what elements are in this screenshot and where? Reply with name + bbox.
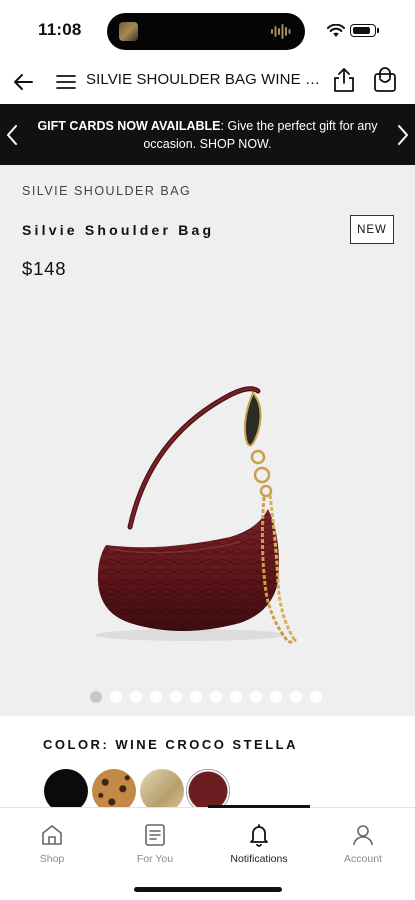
image-pagination bbox=[90, 690, 330, 704]
promo-bold: GIFT CARDS NOW AVAILABLE bbox=[37, 119, 221, 133]
pagination-dot[interactable] bbox=[150, 691, 162, 703]
tab-shop[interactable]: Shop bbox=[2, 822, 102, 865]
tab-label: Notifications bbox=[230, 853, 288, 865]
tab-notifications[interactable]: Notifications bbox=[209, 822, 309, 865]
audio-wave-icon bbox=[271, 24, 291, 39]
pagination-dot[interactable] bbox=[310, 691, 322, 703]
pagination-dot[interactable] bbox=[230, 691, 242, 703]
dynamic-island[interactable] bbox=[107, 13, 305, 50]
shop-icon bbox=[42, 825, 62, 845]
shopping-bag-icon[interactable] bbox=[372, 66, 398, 94]
tab-label: Account bbox=[344, 853, 382, 865]
chevron-right-icon[interactable] bbox=[395, 123, 411, 147]
promo-text: GIFT CARDS NOW AVAILABLE: Give the perfe… bbox=[34, 117, 381, 153]
pagination-dot[interactable] bbox=[110, 691, 122, 703]
for-you-icon bbox=[145, 824, 165, 846]
active-tab-indicator bbox=[208, 805, 310, 808]
pagination-dot[interactable] bbox=[210, 691, 222, 703]
product-gallery: SILVIE SHOULDER BAG Silvie Shoulder Bag … bbox=[0, 165, 415, 716]
pagination-dot[interactable] bbox=[170, 691, 182, 703]
status-time: 11:08 bbox=[38, 20, 82, 39]
promo-banner[interactable]: GIFT CARDS NOW AVAILABLE: Give the perfe… bbox=[0, 104, 415, 165]
product-image[interactable] bbox=[90, 377, 310, 677]
share-icon[interactable] bbox=[331, 66, 357, 94]
tab-label: Shop bbox=[39, 853, 65, 865]
battery-level bbox=[352, 26, 370, 34]
product-price: $148 bbox=[22, 258, 67, 279]
back-arrow-icon[interactable] bbox=[10, 68, 38, 96]
pagination-dot[interactable] bbox=[190, 691, 202, 703]
now-playing-artwork bbox=[119, 22, 138, 41]
top-nav: SILVIE SHOULDER BAG WINE CR... bbox=[0, 60, 415, 104]
battery-icon bbox=[350, 24, 379, 37]
product-name: Silvie Shoulder Bag bbox=[22, 222, 215, 238]
pagination-dot[interactable] bbox=[270, 691, 282, 703]
menu-icon[interactable] bbox=[54, 70, 78, 94]
pagination-dot[interactable] bbox=[250, 691, 262, 703]
home-indicator bbox=[134, 887, 282, 892]
color-selector: COLOR: WINE CROCO STELLA bbox=[0, 716, 415, 813]
new-badge: NEW bbox=[350, 215, 394, 244]
tab-for-you[interactable]: For You bbox=[105, 822, 205, 865]
product-kicker: SILVIE SHOULDER BAG bbox=[22, 184, 192, 198]
bell-icon bbox=[250, 824, 268, 847]
pagination-dot[interactable] bbox=[90, 691, 102, 703]
pagination-dot[interactable] bbox=[130, 691, 142, 703]
account-icon bbox=[353, 825, 373, 846]
tab-label: For You bbox=[136, 853, 174, 865]
bottom-tab-bar: Shop For You Notifications Account bbox=[0, 805, 415, 900]
status-bar: 11:08 bbox=[0, 0, 415, 60]
wifi-icon bbox=[327, 24, 345, 37]
color-label: COLOR: WINE CROCO STELLA bbox=[43, 737, 298, 752]
chevron-left-icon[interactable] bbox=[4, 123, 20, 147]
pagination-dot[interactable] bbox=[290, 691, 302, 703]
page-title: SILVIE SHOULDER BAG WINE CR... bbox=[86, 71, 326, 88]
tab-account[interactable]: Account bbox=[313, 822, 413, 865]
